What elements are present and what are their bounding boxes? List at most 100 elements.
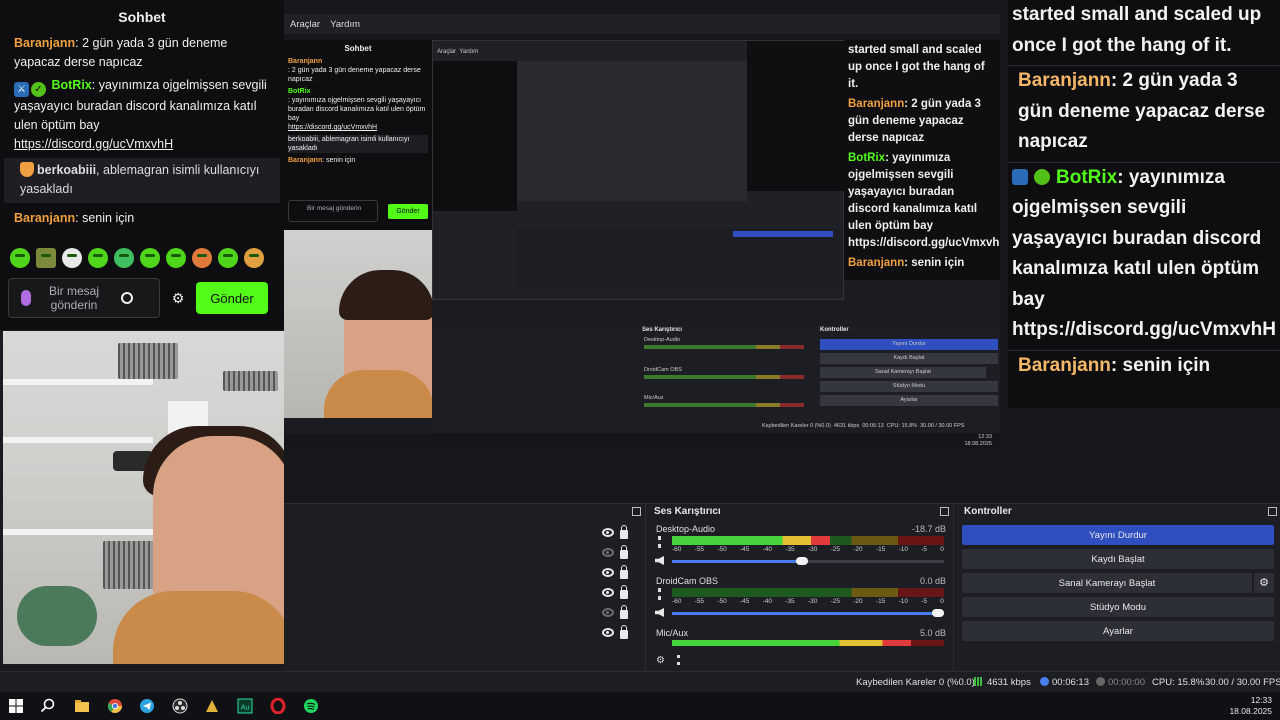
advanced-audio-gear-icon[interactable]: ⚙ bbox=[656, 655, 665, 666]
spotify-icon[interactable] bbox=[303, 698, 319, 714]
nested-chat-line: : yayınımıza ojgelmişsen sevgili yaşayay… bbox=[288, 97, 426, 122]
eye-icon[interactable] bbox=[602, 628, 614, 637]
meter-tick-label: -15 bbox=[875, 598, 886, 605]
start-virtual-camera-button[interactable]: Sanal Kamerayı Başlat bbox=[962, 573, 1252, 593]
eye-icon[interactable] bbox=[602, 528, 614, 537]
emote-icon[interactable] bbox=[114, 248, 134, 268]
source-row[interactable] bbox=[602, 525, 636, 540]
nested-audio-meter bbox=[644, 375, 804, 379]
emote-icon[interactable] bbox=[166, 248, 186, 268]
chat-username[interactable]: berkoabiii bbox=[37, 163, 96, 177]
studio-mode-button[interactable]: Stüdyo Modu bbox=[962, 597, 1274, 617]
nested-audio-meter bbox=[644, 345, 804, 349]
kebab-menu-icon[interactable] bbox=[658, 536, 661, 548]
telegram-icon[interactable] bbox=[139, 698, 155, 714]
dock-float-icon[interactable] bbox=[940, 507, 949, 516]
eye-hidden-icon[interactable] bbox=[602, 548, 614, 557]
chat-username[interactable]: Baranjann bbox=[14, 211, 75, 225]
audition-icon[interactable]: Au bbox=[237, 698, 253, 714]
obs-icon[interactable] bbox=[172, 698, 188, 714]
opera-icon[interactable] bbox=[270, 698, 286, 714]
kebab-menu-icon[interactable] bbox=[676, 655, 680, 665]
system-clock[interactable]: 12:33 18.08.2025 bbox=[1229, 695, 1272, 717]
microphone-icon[interactable] bbox=[21, 290, 31, 306]
emote-icon[interactable] bbox=[192, 248, 212, 268]
chrome-icon[interactable] bbox=[107, 698, 123, 714]
nested-channel-name: Mic/Aux bbox=[644, 395, 664, 401]
overlay-username: Baranjann bbox=[1018, 70, 1111, 91]
gear-icon[interactable]: ⚙ bbox=[168, 290, 188, 307]
emote-icon[interactable] bbox=[140, 248, 160, 268]
emote-icon[interactable] bbox=[218, 248, 238, 268]
channel-name: Desktop-Audio bbox=[656, 524, 716, 534]
lock-icon[interactable] bbox=[620, 525, 628, 539]
lock-icon[interactable] bbox=[620, 605, 628, 619]
file-explorer-icon[interactable] bbox=[74, 698, 90, 714]
eye-icon[interactable] bbox=[602, 568, 614, 577]
menu-tools[interactable]: Araçlar bbox=[290, 19, 320, 30]
eye-hidden-icon[interactable] bbox=[602, 608, 614, 617]
start-recording-button[interactable]: Kaydı Başlat bbox=[962, 549, 1274, 569]
clock-time: 12:33 bbox=[1250, 695, 1272, 705]
channel-db: 5.0 dB bbox=[919, 628, 946, 638]
meter-tick-label: -50 bbox=[717, 546, 727, 553]
speaker-icon[interactable] bbox=[655, 556, 664, 565]
windows-start-icon[interactable] bbox=[8, 698, 24, 714]
volume-slider-knob[interactable] bbox=[932, 609, 944, 617]
nested-channel-name: Desktop-Audio bbox=[644, 337, 681, 343]
chat-username[interactable]: BotRix bbox=[51, 78, 91, 92]
meter-ticks: -60 -55 -50 -45 -40 -35 -30 -25 -20 -15 -10 -5 0 bbox=[672, 546, 944, 554]
app-icon[interactable] bbox=[204, 698, 220, 714]
dock-float-icon[interactable] bbox=[632, 507, 641, 516]
emote-icon[interactable] bbox=[62, 248, 82, 268]
search-icon[interactable] bbox=[40, 698, 56, 714]
chat-message: ⚔ ✓ BotRix: yayınımıza ojgelmişsen sevgil… bbox=[14, 76, 274, 154]
volume-slider-knob[interactable] bbox=[796, 557, 808, 565]
lock-icon[interactable] bbox=[620, 625, 628, 639]
emoji-icon[interactable] bbox=[121, 292, 133, 304]
discord-link[interactable]: https://discord.gg/ucVmxvhH bbox=[14, 137, 173, 151]
settings-button[interactable]: Ayarlar bbox=[962, 621, 1274, 641]
nested-menu: Araçlar Yardım bbox=[437, 49, 479, 55]
virtual-camera-gear-icon[interactable]: ⚙ bbox=[1254, 573, 1274, 593]
mixer-footer: ⚙ bbox=[656, 655, 680, 666]
ban-notice: berkoabiii, ablemagran isimli kullanıcıy… bbox=[4, 158, 280, 203]
svg-text:Au: Au bbox=[241, 705, 250, 712]
source-row[interactable] bbox=[602, 625, 636, 640]
overlay-message: Baranjann: 2 gün yada 3 gün deneme yapac… bbox=[1012, 66, 1276, 158]
send-button[interactable]: Gönder bbox=[196, 282, 268, 314]
audio-meter-level bbox=[672, 640, 912, 646]
overlay-message: BotRix: yayınımıza ojgelmişsen sevgili y… bbox=[1012, 163, 1276, 346]
nested-nested-stop-button bbox=[733, 231, 833, 237]
dock-float-icon[interactable] bbox=[1268, 507, 1277, 516]
source-row[interactable] bbox=[602, 585, 636, 600]
chat-message-input[interactable]: Bir mesaj gönderin bbox=[8, 278, 160, 318]
stop-stream-button[interactable]: Yayını Durdur bbox=[962, 525, 1274, 545]
kebab-menu-icon[interactable] bbox=[658, 588, 661, 600]
chat-message: Baranjann: senin için bbox=[14, 209, 274, 228]
chat-message-text: : senin için bbox=[75, 211, 135, 225]
source-row[interactable] bbox=[602, 545, 636, 560]
source-row[interactable] bbox=[602, 565, 636, 580]
lock-icon[interactable] bbox=[620, 565, 628, 579]
eye-icon[interactable] bbox=[602, 588, 614, 597]
lock-icon[interactable] bbox=[620, 545, 628, 559]
chat-username[interactable]: Baranjann bbox=[14, 36, 75, 50]
volume-slider[interactable] bbox=[672, 557, 944, 565]
lock-icon[interactable] bbox=[620, 585, 628, 599]
speaker-icon[interactable] bbox=[655, 608, 664, 617]
person-shirt bbox=[113, 591, 284, 664]
menu-help[interactable]: Yardım bbox=[330, 19, 360, 30]
nested-stop-stream: Yayını Durdur bbox=[820, 339, 998, 350]
nested-overlay-chat: started small and scaled up once I got t… bbox=[844, 40, 1000, 280]
emote-icon[interactable] bbox=[36, 248, 56, 268]
source-row[interactable] bbox=[602, 605, 636, 620]
nested-overlay-line: started small and scaled up once I got t… bbox=[848, 44, 985, 90]
nested-controls-title: Kontroller bbox=[820, 327, 849, 333]
volume-slider[interactable] bbox=[672, 609, 944, 617]
meter-tick-label: -20 bbox=[853, 598, 863, 605]
emote-icon[interactable] bbox=[88, 248, 108, 268]
emote-icon[interactable] bbox=[244, 248, 264, 268]
record-time: 00:00:00 bbox=[1096, 677, 1145, 688]
emote-icon[interactable] bbox=[10, 248, 30, 268]
